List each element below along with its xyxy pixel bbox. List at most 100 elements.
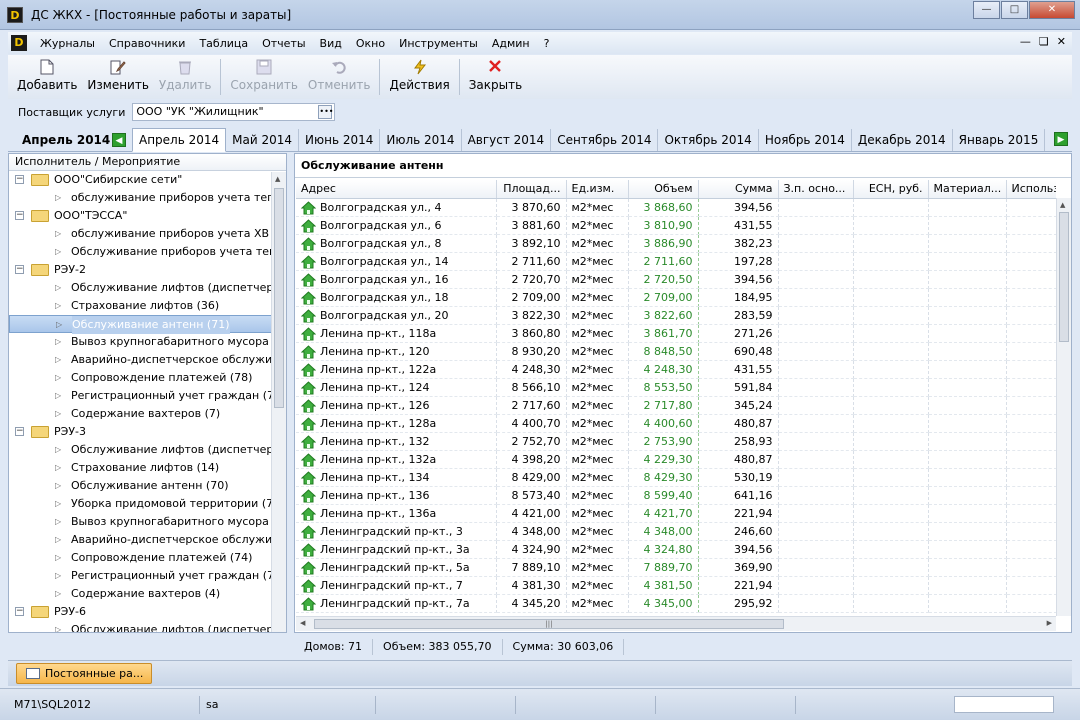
- table-cell[interactable]: [1006, 234, 1056, 253]
- edit-button[interactable]: Изменить: [82, 55, 154, 92]
- table-cell[interactable]: 2 709,00: [496, 288, 567, 307]
- tree-item-row[interactable]: ▷ Регистрационный учет граждан (78): [9, 387, 286, 405]
- table-cell[interactable]: [928, 576, 1007, 595]
- table-cell[interactable]: м2*мес: [566, 486, 629, 505]
- close-window-button[interactable]: ✕: [1029, 1, 1075, 19]
- table-row[interactable]: Ленина пр-кт., 126 2 717,60 м2*мес 2 717,80…: [296, 396, 1056, 415]
- table-cell[interactable]: 3 892,10: [496, 234, 567, 253]
- actions-button[interactable]: Действия: [384, 55, 454, 92]
- table-cell[interactable]: 3 810,90: [627, 216, 699, 235]
- scroll-right-icon[interactable]: ▶: [1047, 619, 1052, 627]
- table-cell[interactable]: [778, 504, 854, 523]
- table-cell[interactable]: м2*мес: [566, 198, 629, 217]
- table-cell[interactable]: [853, 342, 929, 361]
- table-cell[interactable]: 4 348,00: [496, 522, 567, 541]
- table-cell[interactable]: [778, 396, 854, 415]
- table-row[interactable]: Ленина пр-кт., 128а 4 400,70 м2*мес 4 400,6…: [296, 414, 1056, 433]
- delete-button[interactable]: Удалить: [154, 55, 217, 92]
- minimize-button[interactable]: —: [973, 1, 1000, 19]
- table-cell[interactable]: [928, 504, 1007, 523]
- table-cell[interactable]: [928, 342, 1007, 361]
- table-cell[interactable]: [778, 486, 854, 505]
- cancel-button[interactable]: Отменить: [303, 55, 376, 92]
- table-cell[interactable]: [853, 450, 929, 469]
- column-header[interactable]: ЕСН, руб.: [853, 180, 929, 199]
- table-cell[interactable]: 4 229,30: [627, 450, 699, 469]
- table-cell[interactable]: [1006, 306, 1056, 325]
- table-cell[interactable]: [1006, 558, 1056, 577]
- table-cell[interactable]: 3 870,60: [496, 198, 567, 217]
- table-cell[interactable]: [928, 234, 1007, 253]
- table-cell[interactable]: [1006, 414, 1056, 433]
- table-cell[interactable]: 7 889,10: [496, 558, 567, 577]
- table-cell[interactable]: [1006, 324, 1056, 343]
- table-cell[interactable]: [853, 198, 929, 217]
- table-cell[interactable]: Ленина пр-кт., 134: [296, 468, 497, 487]
- table-cell[interactable]: 4 398,20: [496, 450, 567, 469]
- table-cell[interactable]: 3 822,30: [496, 306, 567, 325]
- collapse-icon[interactable]: −: [15, 265, 24, 274]
- status-input[interactable]: [954, 696, 1054, 713]
- table-row[interactable]: Волгоградская ул., 6 3 881,60 м2*мес 3 810,…: [296, 216, 1056, 235]
- table-cell[interactable]: [778, 252, 854, 271]
- menu-journals[interactable]: Журналы: [33, 37, 102, 50]
- table-cell[interactable]: 4 400,60: [627, 414, 699, 433]
- table-cell[interactable]: [853, 324, 929, 343]
- table-cell[interactable]: [778, 288, 854, 307]
- tab-period[interactable]: Январь 2015: [953, 129, 1046, 151]
- mdi-close-icon[interactable]: ✕: [1057, 35, 1066, 48]
- column-header[interactable]: Площад...: [496, 180, 567, 199]
- table-cell[interactable]: [928, 558, 1007, 577]
- table-cell[interactable]: 3 822,60: [627, 306, 699, 325]
- collapse-icon[interactable]: −: [15, 607, 24, 616]
- table-cell[interactable]: м2*мес: [566, 540, 629, 559]
- table-row[interactable]: Ленина пр-кт., 132а 4 398,20 м2*мес 4 229,3…: [296, 450, 1056, 469]
- menu-admin[interactable]: Админ: [485, 37, 537, 50]
- table-cell[interactable]: [853, 594, 929, 613]
- table-cell[interactable]: 246,60: [698, 522, 779, 541]
- tree-item-row[interactable]: ▷ Вывоз крупногабаритного мусора (...: [9, 513, 286, 531]
- save-button[interactable]: Сохранить: [225, 55, 303, 92]
- table-row[interactable]: Волгоградская ул., 18 2 709,00 м2*мес 2 709…: [296, 288, 1056, 307]
- table-cell[interactable]: [928, 414, 1007, 433]
- menu-references[interactable]: Справочники: [102, 37, 192, 50]
- table-cell[interactable]: [853, 288, 929, 307]
- grid-vertical-scrollbar[interactable]: ▲: [1056, 198, 1071, 616]
- table-cell[interactable]: 2 717,80: [627, 396, 699, 415]
- table-cell[interactable]: м2*мес: [566, 450, 629, 469]
- table-cell[interactable]: [928, 486, 1007, 505]
- table-cell[interactable]: м2*мес: [566, 270, 629, 289]
- table-cell[interactable]: 7 889,70: [627, 558, 699, 577]
- table-cell[interactable]: [1006, 342, 1056, 361]
- table-cell[interactable]: 431,55: [698, 216, 779, 235]
- table-cell[interactable]: м2*мес: [566, 234, 629, 253]
- table-cell[interactable]: 591,84: [698, 378, 779, 397]
- tree-item-row[interactable]: ▷ Аварийно-диспетчерское обслужив...: [9, 531, 286, 549]
- table-cell[interactable]: [928, 450, 1007, 469]
- table-cell[interactable]: 394,56: [698, 198, 779, 217]
- table-cell[interactable]: 394,56: [698, 270, 779, 289]
- table-row[interactable]: Ленина пр-кт., 120 8 930,20 м2*мес 8 848,50…: [296, 342, 1056, 361]
- table-cell[interactable]: [853, 216, 929, 235]
- table-cell[interactable]: м2*мес: [566, 468, 629, 487]
- table-cell[interactable]: 3 860,80: [496, 324, 567, 343]
- table-cell[interactable]: Волгоградская ул., 18: [296, 288, 497, 307]
- next-period-arrow-icon[interactable]: ▶: [1054, 132, 1068, 146]
- table-cell[interactable]: [853, 576, 929, 595]
- tree-item-row[interactable]: ▷ обслуживание приборов учета теп...: [9, 189, 286, 207]
- menu-tools[interactable]: Инструменты: [392, 37, 485, 50]
- tree-item-row[interactable]: ▷ Аварийно-диспетчерское обслужив...: [9, 351, 286, 369]
- table-cell[interactable]: [1006, 540, 1056, 559]
- table-cell[interactable]: 8 429,00: [496, 468, 567, 487]
- tab-period[interactable]: Ноябрь 2014: [759, 129, 852, 151]
- table-cell[interactable]: м2*мес: [566, 414, 629, 433]
- prev-period-arrow-icon[interactable]: ◀: [112, 133, 126, 147]
- table-cell[interactable]: [853, 270, 929, 289]
- table-cell[interactable]: 2 711,60: [496, 252, 567, 271]
- tree-group-row[interactable]: − РЭУ-2: [9, 261, 286, 279]
- table-cell[interactable]: [853, 504, 929, 523]
- table-row[interactable]: Ленина пр-кт., 118а 3 860,80 м2*мес 3 861,7…: [296, 324, 1056, 343]
- table-row[interactable]: Волгоградская ул., 14 2 711,60 м2*мес 2 711…: [296, 252, 1056, 271]
- column-header[interactable]: Адрес: [296, 180, 497, 199]
- tree-item-row[interactable]: ▷ Сопровождение платежей (74): [9, 549, 286, 567]
